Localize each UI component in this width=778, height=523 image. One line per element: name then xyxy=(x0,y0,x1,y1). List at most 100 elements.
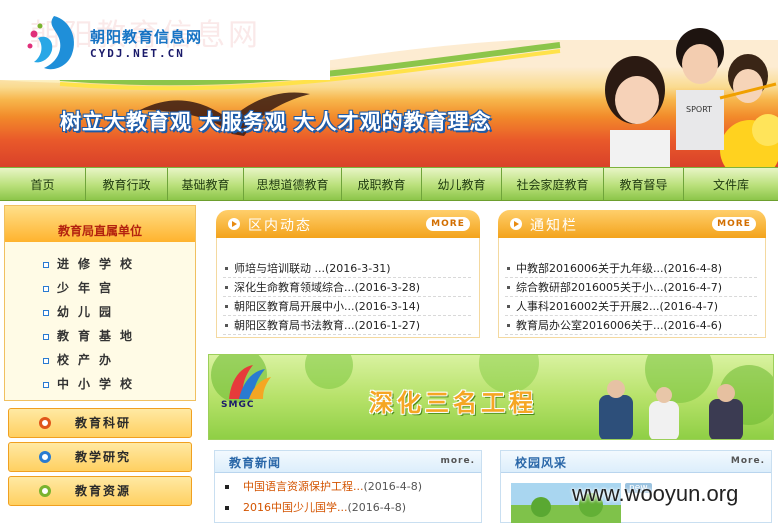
kids-shirt-text: SPORT xyxy=(686,105,712,114)
square-bullet-icon xyxy=(225,506,229,510)
site-domain: CYDJ.NET.CN xyxy=(90,47,185,60)
news-title: 师培与培训联动 ... xyxy=(234,262,325,275)
unit-link-training-school[interactable]: 进修学校 xyxy=(43,254,141,274)
campus-style-header: 校园风采 More. xyxy=(501,451,771,473)
site-watermark: www.wooyun.org xyxy=(572,481,739,506)
news-row[interactable]: 朝阳区教育局书法教育...(2016-1-27) xyxy=(223,317,471,335)
logo-area: 朝阳教育信息网 朝阳教育信息网 CYDJ.NET.CN xyxy=(0,0,330,80)
news-date: (2016-3-14) xyxy=(354,300,421,313)
square-bullet-icon xyxy=(43,285,49,292)
dot-bullet-icon xyxy=(507,266,510,270)
square-bullet-icon xyxy=(43,309,49,316)
edu-news-item-date: (2016-4-8) xyxy=(363,480,423,493)
news-title: 深化生命教育领域综合... xyxy=(234,281,355,294)
edu-news-row[interactable]: 中国语言资源保护工程...(2016-4-8) xyxy=(225,477,422,497)
news-row[interactable]: 师培与培训联动 ...(2016-3-31) xyxy=(223,260,471,278)
edu-news-more-link[interactable]: more. xyxy=(440,456,475,466)
news-date: (2016-3-31) xyxy=(325,262,391,275)
dot-bullet-icon xyxy=(507,304,510,308)
district-news-header: 区内动态 MORE xyxy=(216,210,480,238)
unit-label: 中小学校 xyxy=(57,377,142,391)
affiliated-units-title: 教育局直属单位 xyxy=(5,206,195,242)
nav-moral-edu[interactable]: 思想道德教育 xyxy=(244,168,342,200)
notice-panel: 通知栏 MORE 中教部2016006关于九年级...(2016-4-8) 综合… xyxy=(498,210,766,338)
edu-resources-button[interactable]: 教育资源 xyxy=(8,476,192,506)
notice-row[interactable]: 教育局办公室2016006关于...(2016-4-6) xyxy=(505,317,757,335)
children-photo-image: SPORT xyxy=(605,28,778,167)
notice-more-button[interactable]: MORE xyxy=(712,217,756,231)
nav-edu-supervision[interactable]: 教育督导 xyxy=(604,168,684,200)
unit-link-school-property[interactable]: 校产办 xyxy=(43,350,120,370)
news-title: 朝阳区教育局开展中小... xyxy=(234,300,355,313)
district-news-title: 区内动态 xyxy=(248,218,312,234)
square-bullet-icon xyxy=(43,333,49,340)
teaching-research-label: 教学研究 xyxy=(75,450,132,464)
edu-news-item-title: 2016中国少儿国学... xyxy=(243,501,348,514)
notice-item-title: 人事科2016002关于开展2... xyxy=(516,300,660,313)
smgc-logo-text: SMGC xyxy=(221,400,255,410)
nav-file-library[interactable]: 文件库 xyxy=(684,168,778,200)
nav-home[interactable]: 首页 xyxy=(0,168,86,200)
dot-bullet-icon xyxy=(225,266,228,270)
edu-research-button[interactable]: 教育科研 xyxy=(8,408,192,438)
notice-date: (2016-4-6) xyxy=(663,319,722,332)
notice-item-title: 中教部2016006关于九年级... xyxy=(516,262,664,275)
edu-research-label: 教育科研 xyxy=(75,416,132,430)
dot-bullet-icon xyxy=(225,285,228,289)
ring-bullet-icon xyxy=(39,417,51,429)
district-news-list: 师培与培训联动 ...(2016-3-31) 深化生命教育领域综合...(201… xyxy=(216,238,480,338)
edu-news-row[interactable]: 2016中国少儿国学...(2016-4-8) xyxy=(225,498,406,518)
three-famous-project-banner[interactable]: SMGC 深化三名工程 xyxy=(208,354,774,440)
nav-family-edu[interactable]: 社会家庭教育 xyxy=(502,168,604,200)
edu-news-item-title: 中国语言资源保护工程... xyxy=(243,480,364,493)
unit-label: 进修学校 xyxy=(57,257,142,271)
nav-basic-edu[interactable]: 基础教育 xyxy=(168,168,244,200)
ring-bullet-icon xyxy=(39,451,51,463)
unit-label: 幼儿园 xyxy=(57,305,121,319)
affiliated-units-box: 教育局直属单位 进修学校 少年宫 幼儿园 教育基地 校产办 中小学校 xyxy=(4,205,196,401)
notice-item-title: 教育局办公室2016006关于... xyxy=(516,319,664,332)
notice-row[interactable]: 综合教研部2016005关于小...(2016-4-7) xyxy=(505,279,757,297)
nav-edu-admin[interactable]: 教育行政 xyxy=(86,168,168,200)
dot-bullet-icon xyxy=(225,304,228,308)
square-bullet-icon xyxy=(43,357,49,364)
unit-link-kindergarten[interactable]: 幼儿园 xyxy=(43,302,120,322)
campus-style-more-link[interactable]: More. xyxy=(731,456,765,466)
ring-bullet-icon xyxy=(39,485,51,497)
notice-title: 通知栏 xyxy=(530,218,578,234)
news-row[interactable]: 朝阳区教育局开展中小...(2016-3-14) xyxy=(223,298,471,316)
district-news-more-button[interactable]: MORE xyxy=(426,217,470,231)
notice-header: 通知栏 MORE xyxy=(498,210,766,238)
edu-news-item-date: (2016-4-8) xyxy=(347,501,406,514)
notice-row[interactable]: 人事科2016002关于开展2...(2016-4-7) xyxy=(505,298,757,316)
nav-vocational-edu[interactable]: 成职教育 xyxy=(342,168,422,200)
notice-date: (2016-4-7) xyxy=(659,300,718,313)
district-news-panel: 区内动态 MORE 师培与培训联动 ...(2016-3-31) 深化生命教育领… xyxy=(216,210,480,338)
news-date: (2016-1-27) xyxy=(354,319,421,332)
notice-item-title: 综合教研部2016005关于小... xyxy=(516,281,664,294)
campus-style-title: 校园风采 xyxy=(515,456,568,470)
notice-list: 中教部2016006关于九年级...(2016-4-8) 综合教研部201600… xyxy=(498,238,766,338)
unit-label: 少年宫 xyxy=(57,281,121,295)
dot-bullet-icon xyxy=(225,323,228,327)
dot-bullet-icon xyxy=(507,323,510,327)
news-date: (2016-3-28) xyxy=(354,281,421,294)
dot-bullet-icon xyxy=(507,285,510,289)
site-logo-icon[interactable] xyxy=(24,12,82,74)
notice-row[interactable]: 中教部2016006关于九年级...(2016-4-8) xyxy=(505,260,757,278)
news-row[interactable]: 深化生命教育领域综合...(2016-3-28) xyxy=(223,279,471,297)
teaching-research-button[interactable]: 教学研究 xyxy=(8,442,192,472)
main-nav: 首页 教育行政 基础教育 思想道德教育 成职教育 幼儿教育 社会家庭教育 教育督… xyxy=(0,167,778,201)
play-bullet-icon xyxy=(510,218,522,230)
unit-link-youth-palace[interactable]: 少年宫 xyxy=(43,278,120,298)
nav-preschool-edu[interactable]: 幼儿教育 xyxy=(422,168,502,200)
news-title: 朝阳区教育局书法教育... xyxy=(234,319,355,332)
unit-link-edu-base[interactable]: 教育基地 xyxy=(43,326,141,346)
play-bullet-icon xyxy=(228,218,240,230)
site-name-cn: 朝阳教育信息网 xyxy=(90,28,203,46)
notice-date: (2016-4-8) xyxy=(663,262,722,275)
square-bullet-icon xyxy=(43,261,49,268)
unit-link-schools[interactable]: 中小学校 xyxy=(43,374,141,394)
edu-news-panel: 教育新闻 more. 中国语言资源保护工程...(2016-4-8) 2016中… xyxy=(214,450,482,523)
banner-headline: 深化三名工程 xyxy=(369,390,537,417)
